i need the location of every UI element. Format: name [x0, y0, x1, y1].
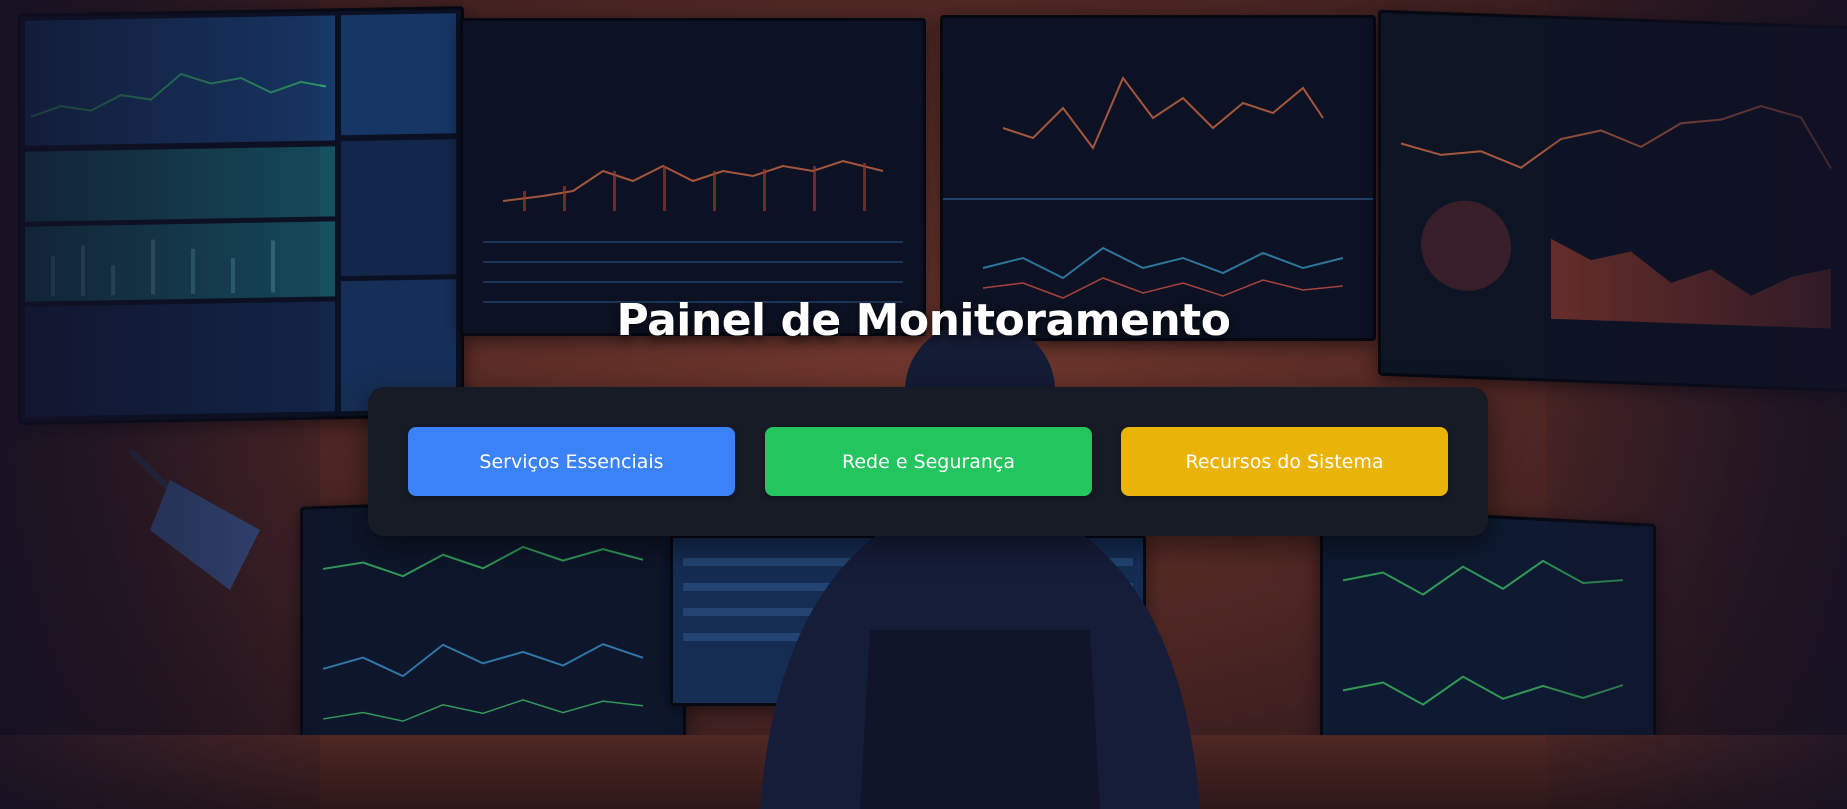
network-security-button[interactable]: Rede e Segurança — [765, 427, 1092, 496]
dashboard-screen: Painel de Monitoramento Serviços Essenci… — [0, 0, 1847, 809]
system-resources-button[interactable]: Recursos do Sistema — [1121, 427, 1448, 496]
menu-panel: Serviços Essenciais Rede e Segurança Rec… — [368, 387, 1488, 536]
essential-services-button[interactable]: Serviços Essenciais — [408, 427, 735, 496]
page-title: Painel de Monitoramento — [616, 295, 1231, 346]
